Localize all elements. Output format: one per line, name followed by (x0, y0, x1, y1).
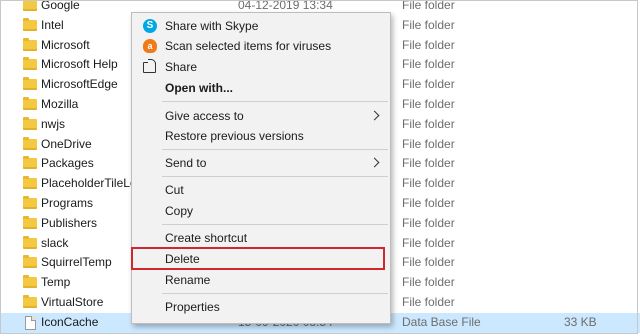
folder-icon (23, 77, 37, 91)
folder-icon (23, 294, 37, 308)
file-type: File folder (402, 116, 455, 131)
folder-icon (23, 37, 37, 51)
file-type: File folder (402, 37, 455, 52)
folder-icon (23, 255, 37, 269)
avast-icon: a (143, 39, 157, 53)
file-type: File folder (402, 156, 455, 171)
menu-item-give-access-to[interactable]: Give access to (132, 106, 390, 126)
file-name: nwjs (41, 116, 66, 131)
file-type: File folder (402, 0, 455, 12)
folder-icon (23, 0, 37, 11)
folder-icon (23, 215, 37, 229)
file-name: OneDrive (41, 136, 92, 151)
menu-item-label: Open with... (165, 81, 233, 95)
folder-icon (23, 136, 37, 150)
database-file-icon (25, 315, 36, 330)
file-name: MicrosoftEdge (41, 77, 118, 92)
file-name: Google (41, 0, 80, 12)
menu-item-label: Rename (165, 273, 211, 287)
folder-icon (23, 176, 37, 190)
file-type: File folder (402, 235, 455, 250)
menu-item-cut[interactable]: Cut (132, 180, 390, 200)
file-type: File folder (402, 195, 455, 210)
file-name: Intel (41, 17, 64, 32)
menu-separator (162, 176, 388, 177)
file-type: File folder (402, 77, 455, 92)
file-type: File folder (402, 136, 455, 151)
file-type: File folder (402, 57, 455, 72)
menu-item-restore-previous-versions[interactable]: Restore previous versions (132, 126, 390, 146)
menu-item-label: Delete (165, 252, 200, 266)
file-name: Publishers (41, 215, 98, 230)
menu-item-share-with-skype[interactable]: S Share with Skype (132, 16, 390, 36)
menu-item-share[interactable]: Share (132, 57, 390, 77)
folder-icon (23, 235, 37, 249)
context-menu: S Share with Skype a Scan selected items… (131, 12, 391, 324)
menu-item-create-shortcut[interactable]: Create shortcut (132, 228, 390, 248)
file-name: PlaceholderTileLog (41, 176, 144, 191)
menu-item-label: Share with Skype (165, 19, 259, 33)
folder-icon (23, 195, 37, 209)
menu-item-rename[interactable]: Rename (132, 270, 390, 290)
menu-item-label: Give access to (165, 109, 244, 123)
folder-icon (23, 116, 37, 130)
file-name: IconCache (41, 314, 99, 329)
menu-item-label: Share (165, 60, 198, 74)
menu-item-send-to[interactable]: Send to (132, 153, 390, 173)
menu-item-delete[interactable]: Delete (132, 249, 390, 269)
menu-item-copy[interactable]: Copy (132, 201, 390, 221)
menu-item-label: Restore previous versions (165, 129, 304, 143)
menu-separator (162, 101, 388, 102)
menu-separator (162, 149, 388, 150)
file-type: File folder (402, 17, 455, 32)
file-type: Data Base File (402, 314, 481, 329)
menu-item-label: Scan selected items for viruses (165, 39, 332, 53)
menu-item-label: Send to (165, 156, 207, 170)
file-name: Temp (41, 275, 71, 290)
file-type: File folder (402, 215, 455, 230)
file-size: 33 KB (564, 314, 597, 329)
file-name: Mozilla (41, 96, 79, 111)
menu-separator (162, 224, 388, 225)
folder-icon (23, 275, 37, 289)
skype-icon: S (143, 19, 157, 33)
menu-item-open-with[interactable]: Open with... (132, 78, 390, 98)
file-name: Programs (41, 195, 94, 210)
chevron-right-icon (369, 110, 380, 121)
menu-separator (162, 293, 388, 294)
file-name: SquirrelTemp (41, 255, 112, 270)
file-name: VirtualStore (41, 294, 104, 309)
menu-item-label: Create shortcut (165, 231, 248, 245)
chevron-right-icon (369, 157, 380, 168)
folder-icon (23, 17, 37, 31)
file-type: File folder (402, 294, 455, 309)
folder-icon (23, 156, 37, 170)
file-name: Microsoft Help (41, 57, 118, 72)
folder-icon (23, 96, 37, 110)
file-type: File folder (402, 255, 455, 270)
menu-item-label: Copy (165, 204, 194, 218)
file-type: File folder (402, 176, 455, 191)
menu-item-label: Properties (165, 300, 220, 314)
menu-item-properties[interactable]: Properties (132, 297, 390, 317)
share-icon (143, 59, 156, 73)
menu-item-scan-for-viruses[interactable]: a Scan selected items for viruses (132, 36, 390, 56)
file-name: slack (41, 235, 69, 250)
file-name: Packages (41, 156, 94, 171)
menu-item-label: Cut (165, 183, 184, 197)
file-name: Microsoft (41, 37, 90, 52)
folder-icon (23, 57, 37, 71)
file-type: File folder (402, 96, 455, 111)
file-type: File folder (402, 275, 455, 290)
